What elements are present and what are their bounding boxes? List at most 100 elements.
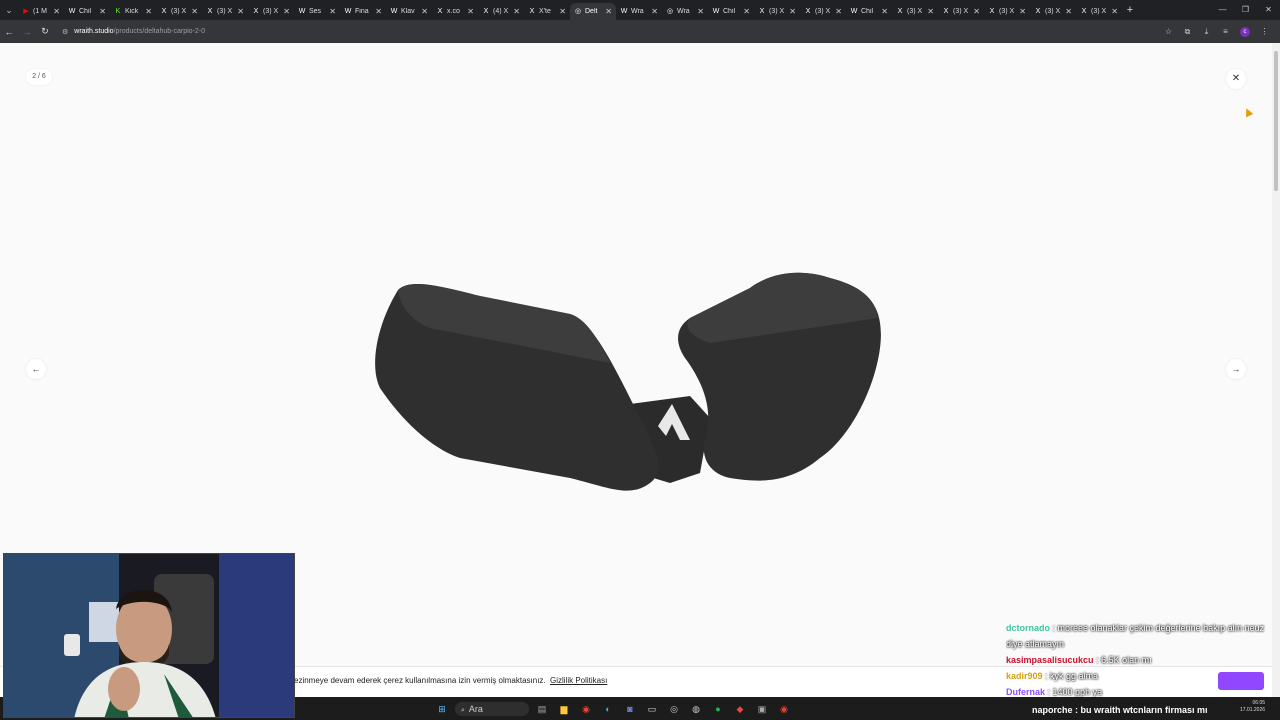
browser-tab[interactable]: X (3) X ✕ xyxy=(202,3,248,20)
tab-title: (3) X xyxy=(171,8,187,15)
browser-tab[interactable]: ▶ (1 M ✕ xyxy=(18,3,64,20)
downloads-icon[interactable]: ⤓ xyxy=(1197,27,1216,37)
tab-close-icon[interactable]: ✕ xyxy=(375,7,382,16)
tab-favicon-icon: X xyxy=(943,7,949,15)
bookmark-star-icon[interactable]: ☆ xyxy=(1159,27,1178,36)
browser-tab[interactable]: X (3) X ✕ xyxy=(1076,3,1122,20)
back-icon[interactable]: ← xyxy=(0,27,18,37)
edge-icon[interactable]: ◐ xyxy=(599,702,617,716)
chrome-profile-icon[interactable]: ◉ xyxy=(775,702,793,716)
tab-close-icon[interactable]: ✕ xyxy=(513,7,520,16)
tab-title: Kick xyxy=(125,8,139,15)
browser-tab[interactable]: ◎ Wra ✕ xyxy=(662,3,708,20)
tab-close-icon[interactable]: ✕ xyxy=(283,7,290,16)
tab-title: Wra xyxy=(631,8,644,15)
browser-tab[interactable]: X (3) X ✕ xyxy=(984,3,1030,20)
steam-icon[interactable]: ◎ xyxy=(665,702,683,716)
tab-title: Chil xyxy=(723,8,736,15)
tab-close-icon[interactable]: ✕ xyxy=(191,7,198,16)
arrow-left-icon[interactable]: ← xyxy=(26,359,46,379)
browser-tab[interactable]: W Klav ✕ xyxy=(386,3,432,20)
maximize-icon[interactable]: ❐ xyxy=(1234,0,1257,20)
browser-tab[interactable]: X (3) X ✕ xyxy=(248,3,294,20)
browser-tab[interactable]: X (3) X ✕ xyxy=(1030,3,1076,20)
system-clock[interactable]: 06:05 17.01.2026 xyxy=(1240,700,1265,714)
file-explorer-icon[interactable]: ▆ xyxy=(555,702,573,716)
notepad-icon[interactable]: ▭ xyxy=(643,702,661,716)
minimize-icon[interactable]: — xyxy=(1211,0,1234,20)
tab-close-icon[interactable]: ✕ xyxy=(743,7,750,16)
scrollbar-thumb[interactable] xyxy=(1274,51,1278,191)
chrome-icon[interactable]: ◉ xyxy=(577,702,595,716)
browser-tab[interactable]: ◎ Delt ✕ xyxy=(570,3,616,20)
chat-username: kasimpasalisucukcu xyxy=(1006,655,1094,665)
browser-tab[interactable]: Xx.co ✕ xyxy=(432,3,478,20)
arrow-right-icon[interactable]: → xyxy=(1226,359,1246,379)
tab-close-icon[interactable]: ✕ xyxy=(145,7,152,16)
media-icon[interactable]: ≡ xyxy=(1216,27,1235,36)
tab-title: x.co xyxy=(447,8,460,15)
browser-tab[interactable]: W Fina ✕ xyxy=(340,3,386,20)
site-info-icon[interactable]: ⚙ xyxy=(62,28,68,36)
menu-kebab-icon[interactable]: ⋮ xyxy=(1255,27,1274,36)
reload-icon[interactable]: ↻ xyxy=(36,26,54,37)
page-scrollbar[interactable] xyxy=(1272,43,1280,697)
forward-icon[interactable]: → xyxy=(18,27,36,37)
tab-close-icon[interactable]: ✕ xyxy=(789,7,796,16)
tab-favicon-icon: X xyxy=(1081,7,1087,15)
tab-close-icon[interactable]: ✕ xyxy=(467,7,474,16)
tab-search-icon[interactable]: ⌄ xyxy=(0,5,18,16)
game-launcher-icon[interactable]: ◆ xyxy=(731,702,749,716)
taskbar-search-label: Ara xyxy=(468,703,483,714)
browser-tab[interactable]: X X'te ✕ xyxy=(524,3,570,20)
tab-close-icon[interactable]: ✕ xyxy=(881,7,888,16)
browser-tab[interactable]: X (3) X ✕ xyxy=(754,3,800,20)
tab-close-icon[interactable]: ✕ xyxy=(835,7,842,16)
chat-message: diye atlamayın xyxy=(1006,636,1280,652)
browser-tab[interactable]: W Chil ✕ xyxy=(846,3,892,20)
tab-close-icon[interactable]: ✕ xyxy=(329,7,336,16)
tab-title: Chil xyxy=(861,8,874,15)
window-close-icon[interactable]: ✕ xyxy=(1257,0,1280,20)
tab-close-icon[interactable]: ✕ xyxy=(973,7,980,16)
browser-tab[interactable]: W Ses ✕ xyxy=(294,3,340,20)
tab-close-icon[interactable]: ✕ xyxy=(1019,7,1026,16)
profile-avatar[interactable]: c xyxy=(1240,26,1250,37)
browser-tab[interactable]: X (3) X ✕ xyxy=(892,3,938,20)
discord-icon[interactable]: ◙ xyxy=(621,702,639,716)
widgets-icon[interactable]: ▤ xyxy=(533,702,551,716)
tab-close-icon[interactable]: ✕ xyxy=(927,7,934,16)
browser-tab[interactable]: W Chil ✕ xyxy=(64,3,110,20)
obs-icon[interactable]: ◍ xyxy=(687,702,705,716)
tab-close-icon[interactable]: ✕ xyxy=(559,7,566,16)
tab-close-icon[interactable]: ✕ xyxy=(53,7,60,16)
spotify-icon[interactable]: ● xyxy=(709,702,727,716)
browser-tab[interactable]: X (4) X ✕ xyxy=(478,3,524,20)
app-icon[interactable]: ▣ xyxy=(753,702,771,716)
browser-tab[interactable]: W Wra ✕ xyxy=(616,3,662,20)
browser-tab[interactable]: X (3) X ✕ xyxy=(156,3,202,20)
tab-close-icon[interactable]: ✕ xyxy=(1111,7,1118,16)
browser-tab[interactable]: X (3) X ✕ xyxy=(938,3,984,20)
tab-close-icon[interactable]: ✕ xyxy=(697,7,704,16)
tab-close-icon[interactable]: ✕ xyxy=(605,7,612,16)
tab-close-icon[interactable]: ✕ xyxy=(237,7,244,16)
new-tab-button[interactable]: + xyxy=(1122,4,1138,16)
privacy-policy-link[interactable]: Gizlilik Politikası xyxy=(550,676,607,685)
tab-close-icon[interactable]: ✕ xyxy=(421,7,428,16)
tab-favicon-icon: X xyxy=(897,7,903,15)
tab-close-icon[interactable]: ✕ xyxy=(651,7,658,16)
tab-title: Wra xyxy=(677,8,690,15)
chat-text: diye atlamayın xyxy=(1006,639,1065,649)
tab-close-icon[interactable]: ✕ xyxy=(1065,7,1072,16)
tab-close-icon[interactable]: ✕ xyxy=(99,7,106,16)
close-icon[interactable]: ✕ xyxy=(1226,69,1246,89)
taskbar-search[interactable]: ⌕ Ara xyxy=(455,701,529,716)
chat-ticker: naporche : bu wraith wtcnların firması m… xyxy=(1032,705,1208,715)
address-bar[interactable]: ⚙ wraith.studio/products/deltahub-carpio… xyxy=(62,28,205,36)
extensions-icon[interactable]: ⧉ xyxy=(1178,27,1197,37)
browser-tab[interactable]: X (3) X ✕ xyxy=(800,3,846,20)
browser-tab[interactable]: K Kick ✕ xyxy=(110,3,156,20)
browser-tab[interactable]: W Chil ✕ xyxy=(708,3,754,20)
start-menu-icon[interactable]: ⊞ xyxy=(433,702,451,716)
